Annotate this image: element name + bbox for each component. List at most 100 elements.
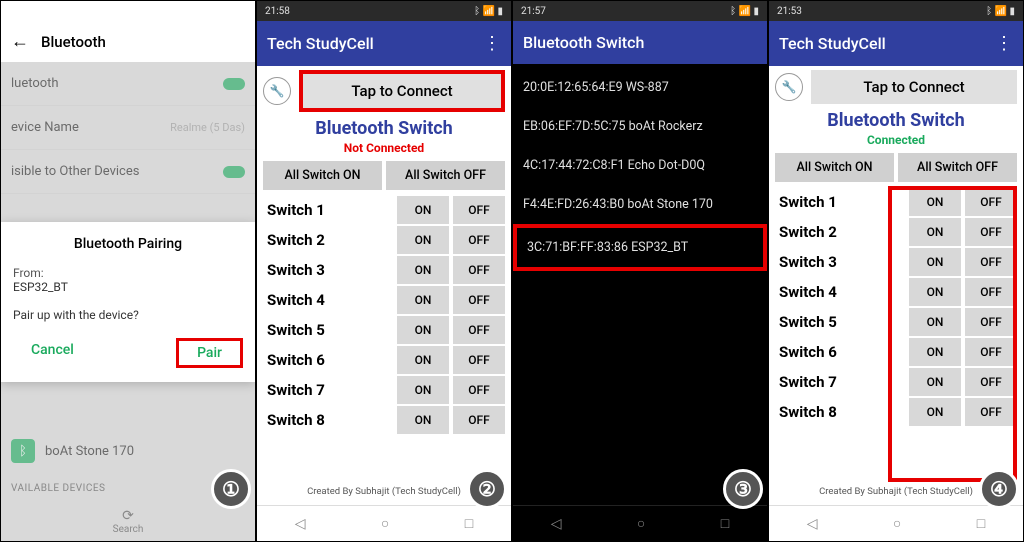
phone-2: 21:58 ᛒ 📶 ▮ Tech StudyCell ⋮ 🔧 Tap to Co…: [256, 0, 512, 542]
battery-icon: ᛒ 📶 ▮: [986, 6, 1015, 17]
row-bluetooth[interactable]: luetooth: [1, 62, 255, 106]
tap-to-connect-button[interactable]: Tap to Connect: [299, 70, 505, 112]
off-button[interactable]: OFF: [965, 398, 1017, 426]
switch-label: Switch 4: [775, 283, 905, 301]
switch-row: Switch 8ONOFF: [263, 406, 505, 434]
nav-home-icon[interactable]: ○: [893, 515, 901, 532]
nav-back-icon[interactable]: ◁: [807, 516, 818, 532]
on-button[interactable]: ON: [909, 398, 961, 426]
app-title: Bluetooth Switch: [775, 110, 1017, 131]
phone-4: 21:53 ᛒ 📶 ▮ Tech StudyCell ⋮ 🔧 Tap to Co…: [768, 0, 1024, 542]
bt-device-item[interactable]: 3C:71:BF:FF:83:86 ESP32_BT: [513, 224, 767, 271]
off-button[interactable]: OFF: [453, 376, 505, 404]
switch-row: Switch 7ONOFF: [775, 368, 1017, 396]
settings-title: Bluetooth: [41, 33, 106, 51]
off-button[interactable]: OFF: [453, 226, 505, 254]
switch-row: Switch 3ONOFF: [263, 256, 505, 284]
nav-recent-icon[interactable]: □: [721, 515, 729, 532]
paired-device-row[interactable]: ᛒ boAt Stone 170: [1, 427, 255, 475]
logo-icon: 🔧: [775, 73, 803, 101]
off-button[interactable]: OFF: [453, 406, 505, 434]
off-button[interactable]: OFF: [453, 346, 505, 374]
switch-row: Switch 1ONOFF: [263, 196, 505, 224]
on-button[interactable]: ON: [397, 376, 449, 404]
switch-row: Switch 5ONOFF: [775, 308, 1017, 336]
off-button[interactable]: OFF: [453, 316, 505, 344]
switch-label: Switch 2: [263, 231, 393, 249]
bt-device-item[interactable]: F4:4E:FD:26:43:B0 boAt Stone 170: [513, 185, 767, 224]
on-button[interactable]: ON: [909, 368, 961, 396]
menu-icon[interactable]: ⋮: [483, 33, 501, 54]
nav-back-icon[interactable]: ◁: [295, 516, 306, 532]
on-button[interactable]: ON: [397, 286, 449, 314]
switch-label: Switch 7: [775, 373, 905, 391]
on-button[interactable]: ON: [909, 338, 961, 366]
switch-row: Switch 7ONOFF: [263, 376, 505, 404]
switch-row: Switch 2ONOFF: [263, 226, 505, 254]
on-button[interactable]: ON: [909, 248, 961, 276]
back-icon[interactable]: ←: [11, 31, 29, 52]
from-value: ESP32_BT: [13, 280, 243, 294]
off-button[interactable]: OFF: [965, 368, 1017, 396]
on-button[interactable]: ON: [397, 406, 449, 434]
cancel-button[interactable]: Cancel: [13, 338, 92, 368]
off-button[interactable]: OFF: [965, 218, 1017, 246]
row-device-name[interactable]: evice Name Realme (5 Das): [1, 106, 255, 150]
switch-label: Switch 1: [263, 201, 393, 219]
status-bar: 21:53 ᛒ 📶 ▮: [769, 1, 1023, 21]
status-bar: 21:58 ᛒ 📶 ▮: [257, 1, 511, 21]
pair-button[interactable]: Pair: [176, 338, 243, 368]
nav-home-icon[interactable]: ○: [381, 515, 389, 532]
step-badge: ②: [467, 469, 507, 509]
switch-label: Switch 8: [775, 403, 905, 421]
off-button[interactable]: OFF: [453, 256, 505, 284]
off-button[interactable]: OFF: [965, 188, 1017, 216]
all-off-button[interactable]: All Switch OFF: [386, 161, 505, 190]
bluetooth-icon: ᛒ: [11, 439, 35, 463]
app-header: Tech StudyCell ⋮: [257, 21, 511, 66]
bt-device-item[interactable]: EB:06:EF:7D:5C:75 boAt Rockerz: [513, 107, 767, 146]
switch-row: Switch 5ONOFF: [263, 316, 505, 344]
switch-row: Switch 4ONOFF: [775, 278, 1017, 306]
switch-row: Switch 8ONOFF: [775, 398, 1017, 426]
off-button[interactable]: OFF: [965, 308, 1017, 336]
nav-back-icon[interactable]: ◁: [551, 516, 562, 532]
on-button[interactable]: ON: [397, 196, 449, 224]
on-button[interactable]: ON: [909, 218, 961, 246]
all-off-button[interactable]: All Switch OFF: [898, 153, 1017, 182]
switch-label: Switch 3: [263, 261, 393, 279]
on-button[interactable]: ON: [909, 188, 961, 216]
all-on-button[interactable]: All Switch ON: [263, 161, 382, 190]
on-button[interactable]: ON: [397, 256, 449, 284]
on-button[interactable]: ON: [397, 226, 449, 254]
bt-device-item[interactable]: 20:0E:12:65:64:E9 WS-887: [513, 68, 767, 107]
on-button[interactable]: ON: [909, 308, 961, 336]
bt-device-item[interactable]: 4C:17:44:72:C8:F1 Echo Dot-D0Q: [513, 146, 767, 185]
switch-row: Switch 6ONOFF: [775, 338, 1017, 366]
nav-recent-icon[interactable]: □: [465, 515, 473, 532]
off-button[interactable]: OFF: [453, 286, 505, 314]
row-visible[interactable]: isible to Other Devices: [1, 150, 255, 194]
step-badge: ③: [723, 469, 763, 509]
step-badge: ④: [979, 469, 1019, 509]
on-button[interactable]: ON: [909, 278, 961, 306]
all-on-button[interactable]: All Switch ON: [775, 153, 894, 182]
nav-recent-icon[interactable]: □: [977, 515, 985, 532]
search-button[interactable]: ⟳ Search: [1, 502, 255, 541]
on-button[interactable]: ON: [397, 316, 449, 344]
logo-icon: 🔧: [263, 77, 291, 105]
off-button[interactable]: OFF: [965, 278, 1017, 306]
phone-1: ← Bluetooth luetooth evice Name Realme (…: [0, 0, 256, 542]
off-button[interactable]: OFF: [965, 338, 1017, 366]
toggle-icon[interactable]: [223, 78, 245, 90]
nav-home-icon[interactable]: ○: [637, 515, 645, 532]
menu-icon[interactable]: ⋮: [995, 33, 1013, 54]
off-button[interactable]: OFF: [965, 248, 1017, 276]
app-header: Bluetooth Switch: [513, 21, 767, 64]
switch-label: Switch 6: [775, 343, 905, 361]
tap-to-connect-button[interactable]: Tap to Connect: [811, 70, 1017, 104]
toggle-icon[interactable]: [223, 166, 245, 178]
on-button[interactable]: ON: [397, 346, 449, 374]
switch-label: Switch 1: [775, 193, 905, 211]
off-button[interactable]: OFF: [453, 196, 505, 224]
